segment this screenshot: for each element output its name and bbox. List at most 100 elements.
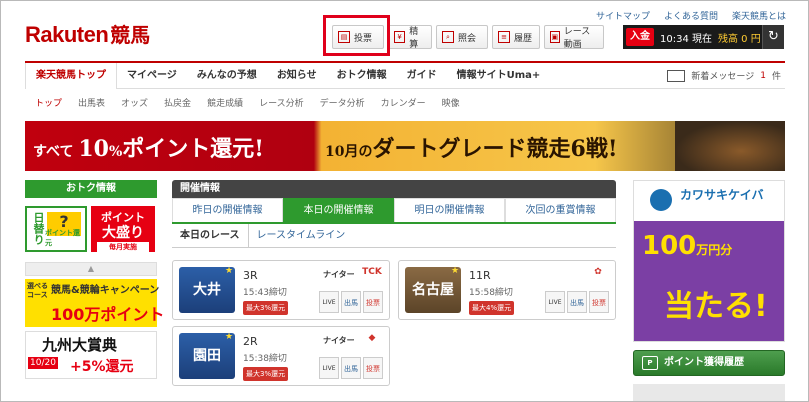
kawasaki-campaign-banner[interactable]: カワサキケイバ 100万円分 当たる!: [633, 180, 785, 342]
kawasaki-amount: 100万円分: [642, 231, 732, 261]
history-button[interactable]: ≡ 履歴: [492, 25, 540, 49]
banner-right-d: 戦!: [585, 136, 618, 162]
nav-deals[interactable]: おトク情報: [327, 63, 397, 89]
race-card-sonoda[interactable]: 園田 ★ 2R 15:38締切 最大3%還元 ナイター ◆ LIVE 出馬 投票: [172, 326, 390, 386]
settle-button[interactable]: ¥ 精算: [388, 25, 432, 50]
balance-bar: 入金 10:34 現在 残高 0 円 ↻: [623, 25, 784, 49]
deposit-button[interactable]: 入金: [626, 28, 654, 46]
entries-button[interactable]: 出馬: [567, 291, 587, 313]
tab-today[interactable]: 本日の開催情報: [283, 198, 394, 222]
subnav-top[interactable]: トップ: [35, 96, 62, 109]
cam2-date: 10/20: [28, 357, 58, 369]
race-buttons: LIVE 出馬 投票: [545, 291, 609, 313]
history-label: 履歴: [514, 33, 533, 44]
points-history-button[interactable]: P ポイント獲得履歴: [633, 350, 785, 376]
omori-b: 大盛り: [102, 225, 144, 241]
new-messages[interactable]: 新着メッセージ 1 件: [667, 69, 785, 82]
race-bet-button[interactable]: 投票: [589, 291, 609, 313]
kyushu-daishoten-banner[interactable]: 九州大賞典 10/20 +5%還元: [25, 331, 157, 379]
kawasaki-name: カワサキケイバ: [680, 188, 764, 202]
nav-news[interactable]: お知らせ: [267, 63, 327, 89]
subnav-payouts[interactable]: 払戻金: [164, 96, 191, 109]
link-faq[interactable]: よくある質問: [664, 9, 718, 22]
points-badge: 最大4%還元: [469, 301, 515, 315]
race-bet-button[interactable]: 投票: [363, 357, 383, 379]
race-bet-button[interactable]: 投票: [363, 291, 383, 313]
race-number: 2R: [243, 335, 258, 348]
entries-button[interactable]: 出馬: [341, 291, 361, 313]
kawasaki-amount-value: 100: [642, 231, 697, 261]
race-card-oi[interactable]: 大井 ★ 3R 15:43締切 最大3%還元 ナイター TCK LIVE 出馬 …: [172, 260, 390, 320]
subnav-results[interactable]: 競走成績: [207, 96, 243, 109]
live-button[interactable]: LIVE: [319, 357, 339, 379]
link-about[interactable]: 楽天競馬とは: [732, 9, 786, 22]
settle-label: 精算: [409, 27, 419, 50]
promo-banner[interactable]: すべて 10%ポイント還元! 10月のダートグレード競走6戦!: [25, 121, 785, 171]
keiba-keirin-campaign-banner[interactable]: 選べるコース 競馬&競輪キャンペーン 100万ポイント: [25, 279, 164, 327]
points-icon: P: [642, 356, 658, 370]
tab-yesterday[interactable]: 昨日の開催情報: [172, 198, 283, 222]
race-number: 3R: [243, 269, 258, 282]
race-info-panel: 開催情報 昨日の開催情報 本日の開催情報 明日の開催情報 次回の重賞情報 本日の…: [172, 180, 616, 401]
race-card-nagoya[interactable]: 名古屋 ★ 11R 15:58締切 最大4%還元 ✿ LIVE 出馬 投票: [398, 260, 616, 320]
banner-left-b: 10: [78, 136, 109, 162]
otoku-title: おトク情報: [25, 180, 157, 198]
banner-left-a: すべて: [33, 144, 79, 160]
right-column: カワサキケイバ 100万円分 当たる! P ポイント獲得履歴: [633, 180, 785, 401]
refresh-icon[interactable]: ↻: [762, 25, 784, 49]
logo-service: 競馬: [110, 23, 151, 47]
scroll-up-button[interactable]: ▲: [25, 262, 157, 276]
tab-next-graded[interactable]: 次回の重賞情報: [505, 198, 616, 222]
subnav-race-analysis[interactable]: レース分析: [259, 96, 304, 109]
cam1-course: 選べるコース: [27, 282, 48, 299]
subnav-video[interactable]: 映像: [442, 96, 460, 109]
new-messages-count: 1: [760, 70, 766, 81]
nav-predictions[interactable]: みんなの予想: [187, 63, 267, 89]
race-buttons: LIVE 出馬 投票: [319, 357, 383, 379]
entries-button[interactable]: 出馬: [341, 357, 361, 379]
promo-row: 日替り ? ポイント還元 ポイント 大盛り 毎月実施: [25, 206, 157, 252]
subnav-odds[interactable]: オッズ: [121, 96, 148, 109]
daily-points-t1: 日替り: [32, 212, 45, 245]
cam2-title: 九州大賞典: [42, 336, 118, 354]
banner-right-a: 10月の: [325, 144, 373, 160]
envelope-icon: [667, 69, 686, 82]
subnav-entries[interactable]: 出馬表: [78, 96, 105, 109]
nav-umaplus[interactable]: 情報サイトUma+: [447, 63, 551, 89]
highlight-box: [323, 15, 390, 56]
race-video-label: レース動画: [563, 27, 591, 50]
nav-top[interactable]: 楽天競馬トップ: [25, 62, 117, 89]
race-video-button[interactable]: ▣ レース動画: [544, 25, 604, 50]
race-deadline: 15:38締切: [243, 354, 287, 364]
banner-right-text: 10月のダートグレード競走6戦!: [325, 131, 617, 163]
daily-points-banner[interactable]: 日替り ? ポイント還元: [25, 206, 87, 252]
cam1-amount: 100万ポイント: [51, 305, 165, 324]
page-frame: Rakuten 競馬 サイトマップ よくある質問 楽天競馬とは ▤ 投票 ¥ 精…: [0, 0, 809, 402]
nav-guide[interactable]: ガイド: [397, 63, 447, 89]
main-nav: 楽天競馬トップ マイページ みんなの予想 お知らせ おトク情報 ガイド 情報サイ…: [25, 61, 785, 89]
video-icon: ▣: [550, 31, 560, 43]
live-button[interactable]: LIVE: [545, 291, 565, 313]
tab-race-timeline[interactable]: レースタイムライン: [249, 224, 354, 248]
cam1-title: 競馬&競輪キャンペーン: [51, 285, 160, 296]
star-icon: ★: [225, 266, 234, 276]
search-document-icon: ⌕: [442, 31, 454, 43]
link-sitemap[interactable]: サイトマップ: [596, 9, 650, 22]
points-omori-banner[interactable]: ポイント 大盛り 毎月実施: [91, 206, 155, 252]
race-number: 11R: [469, 269, 491, 282]
nav-mypage[interactable]: マイページ: [117, 63, 187, 89]
sonoda-logo-icon: ◆: [368, 333, 376, 343]
new-messages-label: 新着メッセージ: [691, 72, 755, 82]
subnav-calendar[interactable]: カレンダー: [381, 96, 426, 109]
right-bottom-banner[interactable]: [633, 384, 785, 401]
tab-today-races[interactable]: 本日のレース: [172, 223, 249, 248]
live-button[interactable]: LIVE: [319, 291, 339, 313]
kawasaki-amount-unit: 万円分: [696, 243, 733, 257]
inquiry-button[interactable]: ⌕ 照会: [436, 25, 488, 49]
points-history-label: ポイント獲得履歴: [664, 357, 744, 368]
rakuten-keiba-logo[interactable]: Rakuten 競馬: [25, 19, 150, 48]
tab-tomorrow[interactable]: 明日の開催情報: [394, 198, 505, 222]
night-race-label: ナイター: [323, 270, 355, 279]
kawasaki-logo-icon: [650, 189, 672, 211]
subnav-data-analysis[interactable]: データ分析: [320, 96, 365, 109]
